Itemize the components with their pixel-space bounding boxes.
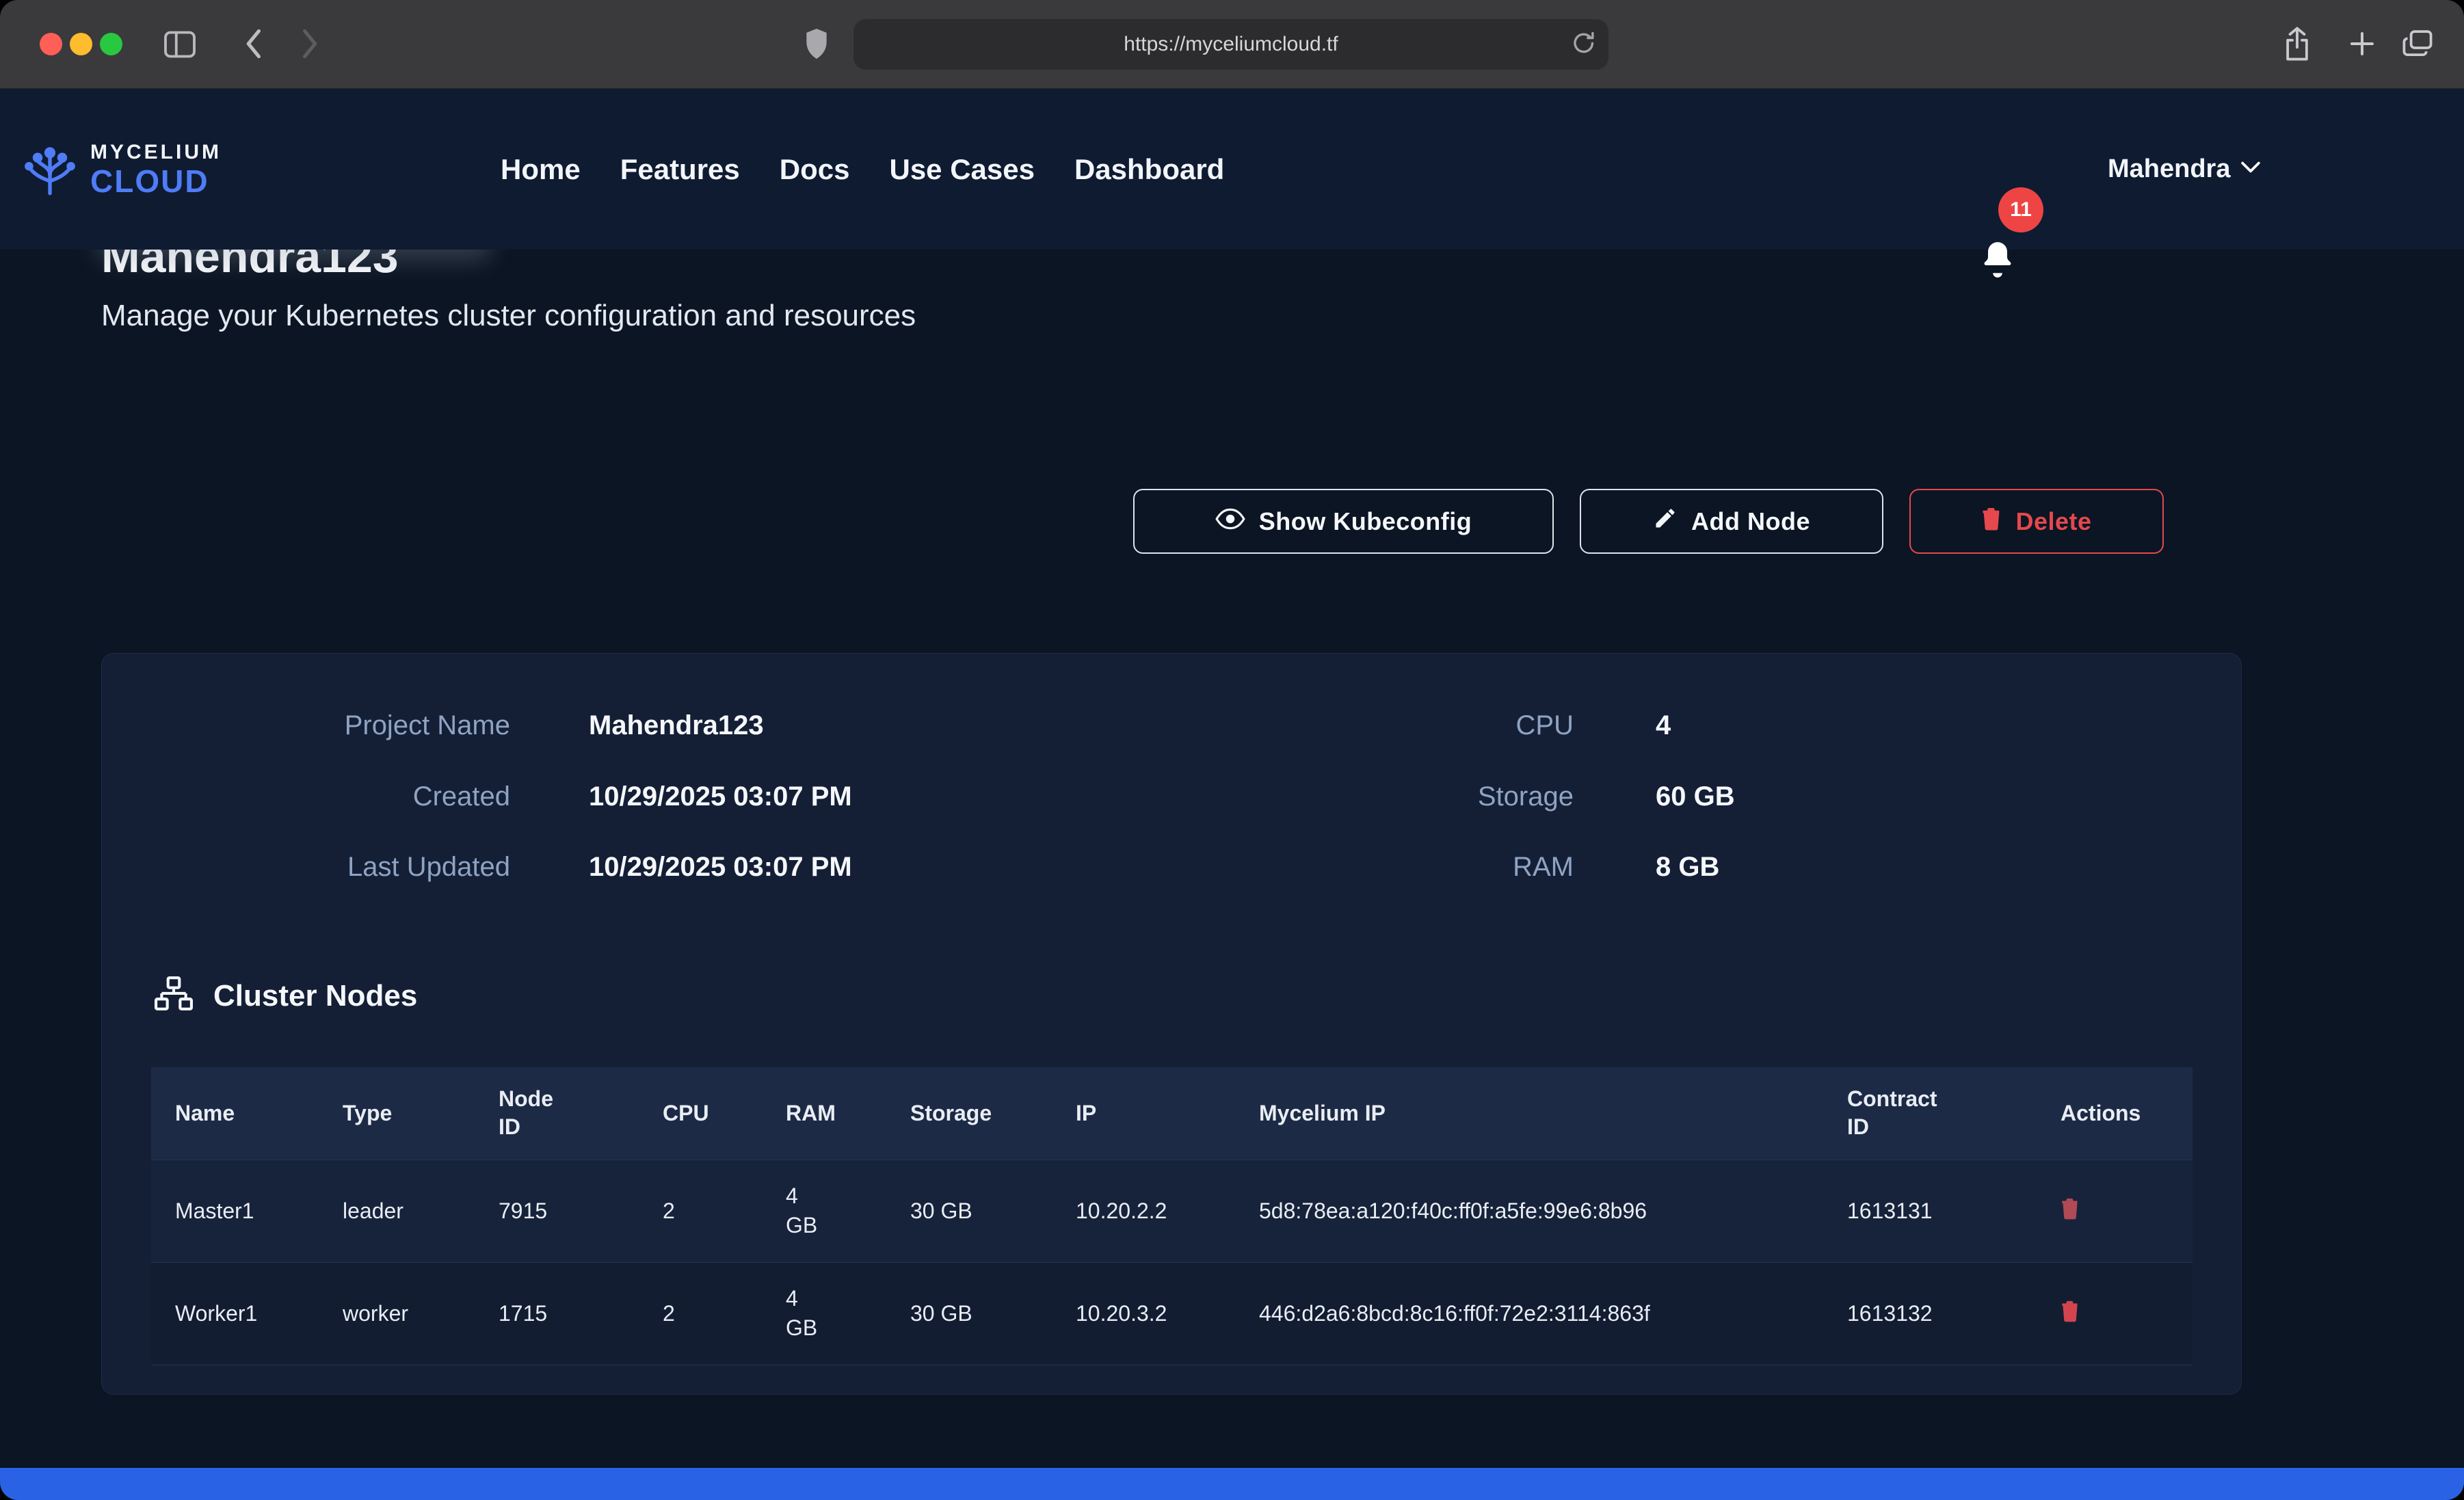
project-name-label: Project Name xyxy=(127,708,510,742)
notification-badge: 11 xyxy=(1998,187,2043,232)
table-row: Master1 leader 7915 2 4 GB 30 GB 10.20.2… xyxy=(151,1160,2193,1262)
new-tab-icon[interactable] xyxy=(2348,30,2376,57)
window-close-button[interactable] xyxy=(40,33,62,55)
cell-node-id: 1715 xyxy=(475,1262,639,1365)
table-header-row: Name Type Node ID CPU RAM Storage IP Myc… xyxy=(151,1067,2193,1160)
cell-ram: 4 GB xyxy=(762,1160,886,1262)
cell-name: Worker1 xyxy=(151,1262,319,1365)
project-name-value: Mahendra123 xyxy=(589,708,764,742)
cluster-nodes-title: Cluster Nodes xyxy=(213,979,417,1013)
logo-line1: MYCELIUM xyxy=(90,142,222,163)
notification-bell-icon[interactable] xyxy=(1980,241,2015,282)
user-menu[interactable]: Mahendra xyxy=(2108,89,2260,250)
nav-link-features[interactable]: Features xyxy=(620,153,740,186)
col-name: Name xyxy=(151,1067,319,1160)
nav-links: Home Features Docs Use Cases Dashboard xyxy=(501,89,1224,250)
table-row: Worker1 worker 1715 2 4 GB 30 GB 10.20.3… xyxy=(151,1262,2193,1365)
cell-name: Master1 xyxy=(151,1160,319,1262)
cell-contract-id: 1613131 xyxy=(1823,1160,2037,1262)
sitemap-icon xyxy=(155,976,193,1015)
cell-storage: 30 GB xyxy=(886,1160,1052,1262)
user-name: Mahendra xyxy=(2108,155,2230,184)
delete-cluster-button[interactable]: Delete xyxy=(1909,489,2164,554)
show-kubeconfig-button[interactable]: Show Kubeconfig xyxy=(1133,489,1554,554)
url-text: https://myceliumcloud.tf xyxy=(1124,33,1338,56)
address-bar[interactable]: https://myceliumcloud.tf xyxy=(853,19,1608,70)
eye-icon xyxy=(1215,507,1245,536)
add-node-button[interactable]: Add Node xyxy=(1580,489,1883,554)
forward-icon[interactable] xyxy=(302,29,319,59)
browser-window: https://myceliumcloud.tf xyxy=(0,0,2464,1500)
cell-type: leader xyxy=(319,1160,475,1262)
nav-link-use-cases[interactable]: Use Cases xyxy=(889,153,1034,186)
delete-label: Delete xyxy=(2015,507,2091,536)
logo[interactable]: MYCELIUM CLOUD xyxy=(19,89,222,250)
cell-ram: 4 GB xyxy=(762,1262,886,1365)
page-subtitle: Manage your Kubernetes cluster configura… xyxy=(101,299,916,333)
col-actions: Actions xyxy=(2037,1067,2193,1160)
cluster-details-card: Project Name Mahendra123 Created 10/29/2… xyxy=(101,653,2242,1395)
cell-type: worker xyxy=(319,1262,475,1365)
logo-icon xyxy=(19,137,81,202)
cell-storage: 30 GB xyxy=(886,1262,1052,1365)
back-icon[interactable] xyxy=(245,29,261,59)
footer-strip xyxy=(0,1468,2464,1500)
col-type: Type xyxy=(319,1067,475,1160)
last-updated-label: Last Updated xyxy=(127,850,510,884)
chevron-down-icon xyxy=(2241,161,2260,177)
cell-mycelium-ip: 446:d2a6:8bcd:8c16:ff0f:72e2:3114:863f xyxy=(1235,1262,1823,1365)
nav-link-docs[interactable]: Docs xyxy=(780,153,850,186)
cell-ip: 10.20.2.2 xyxy=(1052,1160,1235,1262)
show-kubeconfig-label: Show Kubeconfig xyxy=(1259,507,1472,536)
sidebar-toggle-icon[interactable] xyxy=(163,30,197,59)
storage-label: Storage xyxy=(1191,779,1574,814)
add-node-label: Add Node xyxy=(1691,507,1810,536)
logo-line2: CLOUD xyxy=(90,165,222,197)
site-navbar: MYCELIUM CLOUD Home Features Docs Use Ca… xyxy=(0,89,2464,250)
created-value: 10/29/2025 03:07 PM xyxy=(589,779,852,814)
privacy-shield-icon[interactable] xyxy=(804,29,829,59)
cell-mycelium-ip: 5d8:78ea:a120:f40c:ff0f:a5fe:99e6:8b96 xyxy=(1235,1160,1823,1262)
cell-cpu: 2 xyxy=(639,1160,762,1262)
cell-actions xyxy=(2037,1160,2193,1262)
cell-node-id: 7915 xyxy=(475,1160,639,1262)
col-contract-id: Contract ID xyxy=(1823,1067,2037,1160)
col-ip: IP xyxy=(1052,1067,1235,1160)
cluster-nodes-header: Cluster Nodes xyxy=(155,976,417,1015)
storage-value: 60 GB xyxy=(1656,779,1735,814)
delete-node-button[interactable] xyxy=(2061,1196,2080,1222)
col-ram: RAM xyxy=(762,1067,886,1160)
cluster-nodes-table: Name Type Node ID CPU RAM Storage IP Myc… xyxy=(151,1067,2193,1365)
cell-contract-id: 1613132 xyxy=(1823,1262,2037,1365)
ram-value: 8 GB xyxy=(1656,850,1719,884)
logo-text: MYCELIUM CLOUD xyxy=(90,142,222,197)
share-icon[interactable] xyxy=(2283,26,2311,62)
col-mycelium-ip: Mycelium IP xyxy=(1235,1067,1823,1160)
window-minimize-button[interactable] xyxy=(70,33,92,55)
delete-node-button[interactable] xyxy=(2061,1299,2080,1324)
page-content: Mahendra123 Manage your Kubernetes clust… xyxy=(0,250,2464,1468)
cell-ip: 10.20.3.2 xyxy=(1052,1262,1235,1365)
pencil-icon xyxy=(1653,506,1678,537)
reload-icon[interactable] xyxy=(1572,30,1595,61)
cpu-label: CPU xyxy=(1191,708,1574,742)
col-cpu: CPU xyxy=(639,1067,762,1160)
window-zoom-button[interactable] xyxy=(100,33,122,55)
cell-actions xyxy=(2037,1262,2193,1365)
last-updated-value: 10/29/2025 03:07 PM xyxy=(589,850,852,884)
trash-icon xyxy=(1981,506,2002,537)
tab-overview-icon[interactable] xyxy=(2402,29,2433,59)
created-label: Created xyxy=(127,779,510,814)
cpu-value: 4 xyxy=(1656,708,1671,742)
nav-link-dashboard[interactable]: Dashboard xyxy=(1074,153,1224,186)
nav-link-home[interactable]: Home xyxy=(501,153,581,186)
browser-toolbar: https://myceliumcloud.tf xyxy=(0,0,2464,89)
col-node-id: Node ID xyxy=(475,1067,639,1160)
cluster-action-buttons: Show Kubeconfig Add Node Delete xyxy=(1133,489,2164,554)
ram-label: RAM xyxy=(1191,850,1574,884)
cell-cpu: 2 xyxy=(639,1262,762,1365)
col-storage: Storage xyxy=(886,1067,1052,1160)
